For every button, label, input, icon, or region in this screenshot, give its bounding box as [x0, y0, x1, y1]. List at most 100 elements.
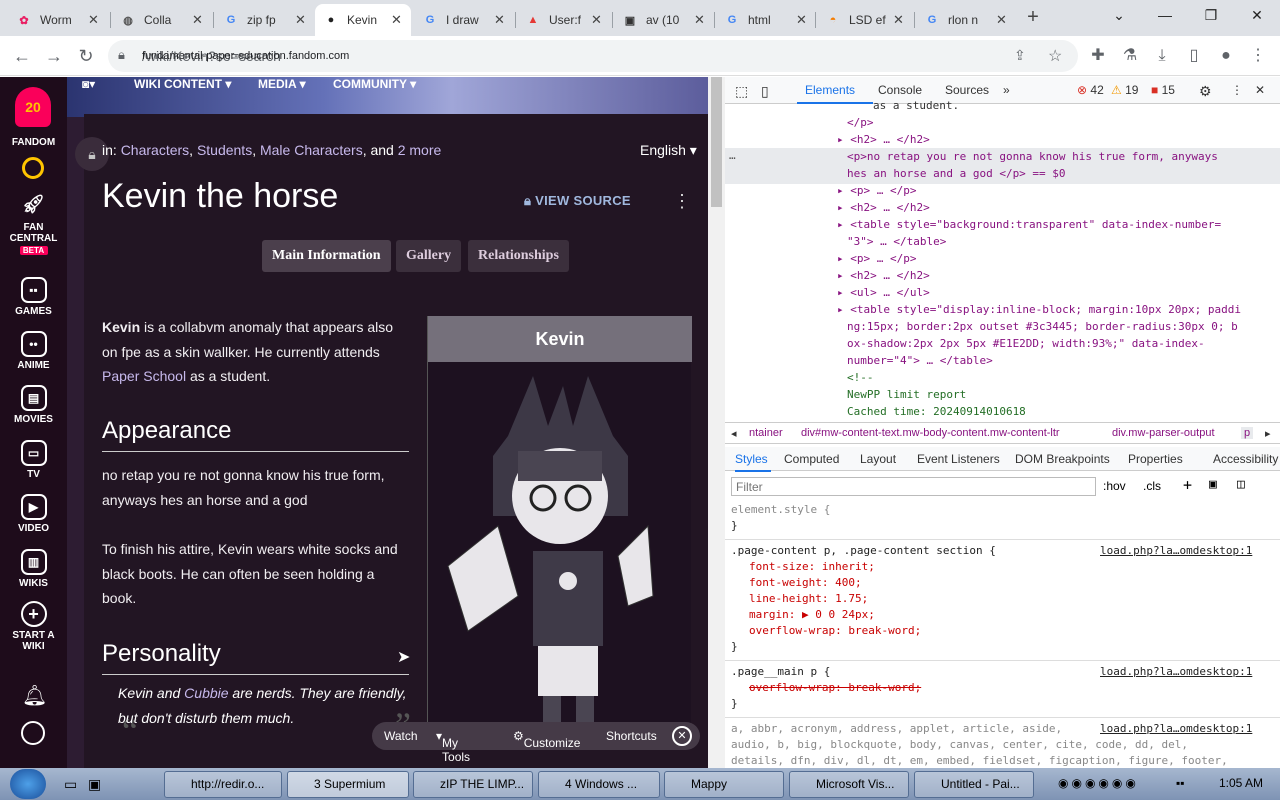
- maximize-button[interactable]: ❐: [1196, 4, 1226, 26]
- tab-worm[interactable]: ✿ Worm ✕: [8, 4, 108, 36]
- css-property-overridden[interactable]: overflow-wrap: break-word;: [749, 680, 921, 696]
- css-selector[interactable]: a, abbr, acronym, address, applet, artic…: [731, 721, 1062, 737]
- switch-windows-icon[interactable]: ▣: [88, 776, 101, 793]
- download-icon[interactable]: ⤓: [1150, 44, 1174, 68]
- anime-link[interactable]: •• ANIME: [0, 331, 67, 371]
- network-icon[interactable]: ▪▪: [1176, 776, 1185, 790]
- search-icon[interactable]: [22, 157, 44, 179]
- dom-line[interactable]: ▸ <table style="background:transparent" …: [837, 216, 1221, 233]
- styles-filter-input[interactable]: [731, 477, 1096, 496]
- character-image[interactable]: [438, 366, 688, 731]
- start-button[interactable]: [10, 769, 46, 799]
- add-rule-icon[interactable]: +: [1183, 476, 1192, 494]
- tab-styles[interactable]: Styles: [735, 452, 768, 466]
- tab-main-information[interactable]: Main Information: [262, 240, 391, 272]
- close-devtools-icon[interactable]: ✕: [1255, 83, 1265, 97]
- css-property[interactable]: line-height: 1.75;: [749, 591, 868, 607]
- close-tab-icon[interactable]: ✕: [796, 12, 808, 28]
- lock-icon[interactable]: 🔒︎: [118, 47, 125, 63]
- dom-line[interactable]: "3"> … </table>: [847, 233, 946, 250]
- tab-collab[interactable]: ◍ Colla ✕: [112, 4, 212, 36]
- page-scrollbar[interactable]: [708, 77, 725, 768]
- cls-toggle[interactable]: .cls: [1143, 479, 1161, 493]
- dom-line[interactable]: ▸ <p> … </p>: [837, 182, 916, 199]
- error-count[interactable]: ⊗ 42: [1077, 83, 1104, 97]
- hov-toggle[interactable]: :hov: [1103, 479, 1126, 493]
- dom-line[interactable]: ▸ <h2> … </h2>: [837, 131, 930, 148]
- dom-line[interactable]: ▸ <p> … </p>: [837, 250, 916, 267]
- paper-school-link[interactable]: Paper School: [102, 368, 186, 384]
- dom-line-selected[interactable]: hes an horse and a god </p> == $0: [847, 165, 1066, 182]
- tab-rlon[interactable]: Grlon n ✕: [916, 4, 1016, 36]
- taskbar-item[interactable]: 4 Windows ...: [538, 771, 660, 798]
- tab-computed[interactable]: Computed: [784, 452, 839, 466]
- forward-button[interactable]: →: [42, 44, 66, 68]
- tab-elements[interactable]: Elements: [805, 83, 855, 97]
- extensions-icon[interactable]: ✚: [1086, 44, 1110, 68]
- back-button[interactable]: ←: [10, 44, 34, 68]
- fandom-logo[interactable]: 20: [15, 87, 51, 127]
- taskbar-item[interactable]: zIP THE LIMP...: [413, 771, 533, 798]
- tab-user[interactable]: ▲ User:f ✕: [517, 4, 611, 36]
- dom-line[interactable]: </p>: [847, 114, 874, 131]
- dom-line[interactable]: ▸ <h2> … </h2>: [837, 199, 930, 216]
- tab-relationships[interactable]: Relationships: [468, 240, 569, 272]
- issues-count[interactable]: ■ 15: [1151, 83, 1175, 97]
- css-selector[interactable]: .page__main p {: [731, 664, 830, 680]
- page-actions-kebab-icon[interactable]: ⋮: [673, 191, 691, 212]
- css-selector[interactable]: audio, b, big, blockquote, body, canvas,…: [731, 737, 1188, 753]
- crumb[interactable]: div.mw-parser-output: [1112, 427, 1215, 439]
- warning-count[interactable]: ⚠ 19: [1111, 83, 1138, 97]
- taskbar-item[interactable]: 3 Supermium: [287, 771, 409, 798]
- profile-icon[interactable]: ●: [1214, 44, 1238, 68]
- dom-line[interactable]: ▸ <table style="display:inline-block; ma…: [837, 301, 1241, 318]
- fandom-wordmark[interactable]: FANDOM: [0, 137, 67, 148]
- category-link[interactable]: Characters: [121, 142, 189, 158]
- show-desktop-icon[interactable]: ▭: [64, 776, 77, 793]
- settings-gear-icon[interactable]: ⚙: [1199, 83, 1212, 100]
- customize-button[interactable]: ⚙ Customize: [513, 729, 580, 750]
- games-link[interactable]: ▪▪ GAMES: [0, 277, 67, 317]
- tab-search-chevron-icon[interactable]: ⌄: [1104, 4, 1134, 26]
- minimize-button[interactable]: —: [1150, 4, 1180, 26]
- dom-line[interactable]: ox-shadow:2px 2px 5px #E1E2DD; width:93%…: [847, 335, 1205, 352]
- css-property[interactable]: overflow-wrap: break-word;: [749, 623, 921, 639]
- bell-icon[interactable]: 🔔︎: [22, 683, 47, 708]
- close-tab-icon[interactable]: ✕: [996, 12, 1008, 28]
- more-tabs-icon[interactable]: »: [1003, 83, 1010, 97]
- tab-kevin[interactable]: ● Kevin ✕: [315, 4, 411, 36]
- css-source-link[interactable]: load.php?la…omdesktop:1: [1100, 664, 1252, 680]
- devtools-menu-icon[interactable]: ⋮: [1231, 83, 1243, 97]
- scrollbar-thumb[interactable]: [711, 77, 722, 207]
- tab-console[interactable]: Console: [878, 83, 922, 97]
- dom-line[interactable]: ▸ <ul> … </ul>: [837, 284, 930, 301]
- css-source-link[interactable]: load.php?la…omdesktop:1: [1100, 543, 1252, 559]
- start-wiki-link[interactable]: + START A WIKI: [0, 601, 67, 652]
- css-property[interactable]: margin: ▶ 0 0 24px;: [749, 607, 875, 623]
- taskbar-item[interactable]: Untitled - Pai...: [914, 771, 1034, 798]
- close-tab-icon[interactable]: ✕: [694, 12, 706, 28]
- side-panel-icon[interactable]: ▯: [1182, 44, 1206, 68]
- language-selector[interactable]: English ▾: [640, 142, 697, 159]
- movies-link[interactable]: ▤ MOVIES: [0, 385, 67, 425]
- dom-line[interactable]: ▸ <h2> … </h2>: [837, 267, 930, 284]
- taskbar-item[interactable]: Microsoft Vis...: [789, 771, 909, 798]
- address-bar[interactable]: 🔒︎ fundamental-paper-education.fandom.co…: [108, 40, 1078, 72]
- fan-central-link[interactable]: 🚀︎ FAN CENTRAL BETA: [0, 193, 67, 255]
- close-tab-icon[interactable]: ✕: [893, 12, 905, 28]
- my-tools-button[interactable]: ▾ My Tools: [436, 729, 470, 764]
- css-selector[interactable]: .page-content p, .page-content section {: [731, 543, 996, 559]
- crumb-scroll-left-icon[interactable]: ◂: [731, 427, 737, 440]
- css-property[interactable]: font-size: inherit;: [749, 559, 875, 575]
- more-categories-link[interactable]: 2 more: [398, 142, 442, 158]
- media-menu[interactable]: MEDIA ▾: [258, 77, 306, 91]
- bookmark-star-icon[interactable]: ☆: [1048, 46, 1062, 66]
- tab-sources[interactable]: Sources: [945, 83, 989, 97]
- community-menu[interactable]: COMMUNITY ▾: [333, 77, 416, 91]
- close-window-button[interactable]: ✕: [1242, 4, 1272, 26]
- cubbie-link[interactable]: Cubbie: [184, 685, 228, 701]
- close-tab-icon[interactable]: ✕: [192, 12, 204, 28]
- dom-line[interactable]: number="4"> … </table>: [847, 352, 993, 369]
- tab-lsd[interactable]: ◓ LSD ef ✕: [817, 4, 913, 36]
- user-avatar-icon[interactable]: [21, 721, 45, 745]
